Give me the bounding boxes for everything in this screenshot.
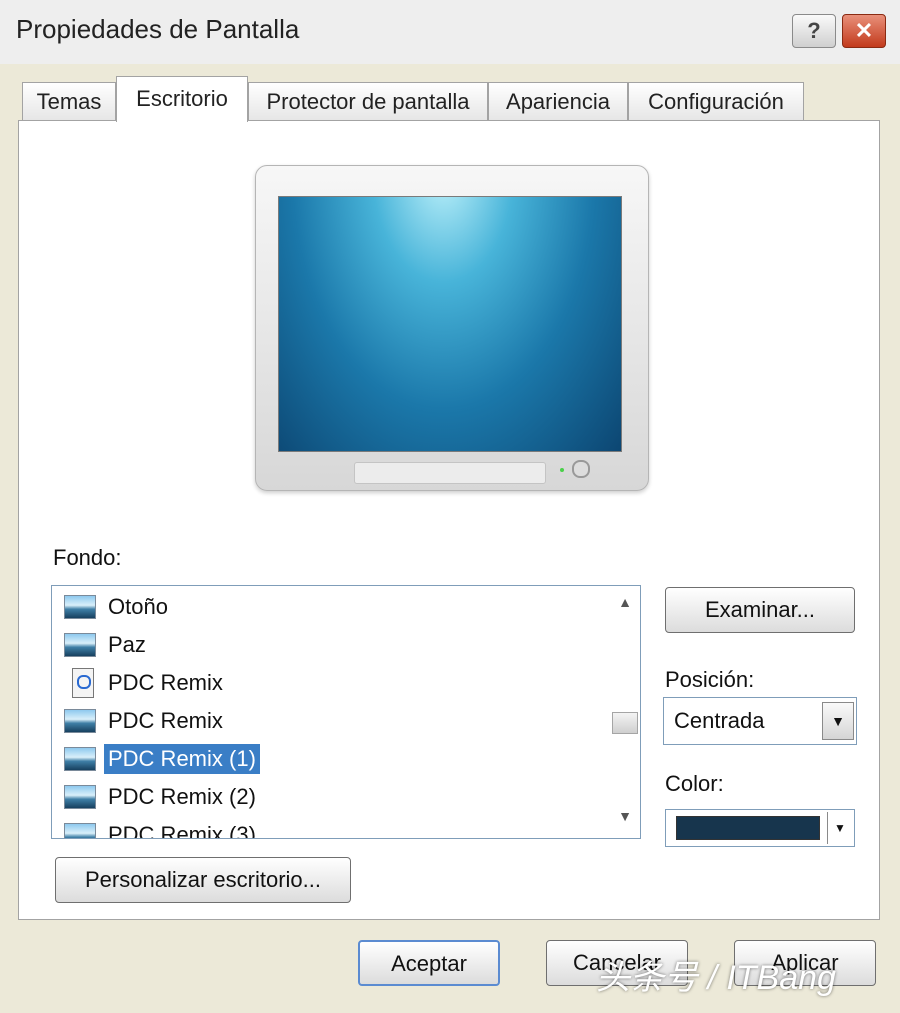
list-item-label: PDC Remix (2) [108,784,256,809]
help-icon: ? [807,18,821,43]
list-item[interactable]: PDC Remix [64,702,227,740]
list-scrollbar[interactable]: ▲ ▼ [610,586,640,838]
background-label: Fondo: [53,545,122,570]
list-item-label: PDC Remix [108,670,223,695]
image-file-icon [64,633,96,657]
tab-apariencia[interactable]: Apariencia [488,82,628,120]
list-item-label: PDC Remix [108,708,223,733]
position-value: Centrada [674,708,765,733]
image-file-icon [64,709,96,733]
close-button[interactable]: ✕ [842,14,886,48]
color-picker[interactable]: ▼ [665,809,855,847]
tab-escritorio[interactable]: Escritorio [116,76,248,122]
background-list[interactable]: Otoño Paz PDC Remix PDC Remix PDC Remix … [51,585,641,839]
tab-configuracion[interactable]: Configuración [628,82,804,120]
image-file-icon [64,595,96,619]
scroll-down-icon[interactable]: ▼ [610,808,640,824]
wallpaper-preview [278,196,622,452]
list-item[interactable]: Paz [64,626,150,664]
chevron-down-icon[interactable]: ▼ [822,702,854,740]
document-file-icon [72,668,94,698]
monitor-stand [354,462,546,484]
ok-button[interactable]: Aceptar [358,940,500,986]
scroll-thumb[interactable] [612,712,638,734]
list-item[interactable]: PDC Remix (3) [64,816,260,839]
customize-desktop-button[interactable]: Personalizar escritorio... [55,857,351,903]
color-label: Color: [665,771,724,796]
image-file-icon [64,785,96,809]
monitor-preview [255,165,649,491]
list-item[interactable]: Otoño [64,588,172,626]
image-file-icon [64,823,96,838]
list-item-label: PDC Remix (1) [104,744,260,774]
list-item-label: Otoño [108,594,168,619]
list-item[interactable]: PDC Remix (2) [64,778,260,816]
close-icon: ✕ [854,18,874,43]
window-title: Propiedades de Pantalla [16,14,300,44]
list-item[interactable]: PDC Remix [64,664,227,702]
chevron-down-icon[interactable]: ▼ [827,812,852,844]
desktop-tab-panel: Fondo: Otoño Paz PDC Remix PDC Remix PDC… [18,120,880,920]
color-swatch [676,816,820,840]
help-button[interactable]: ? [792,14,836,48]
browse-button[interactable]: Examinar... [665,587,855,633]
list-item-selected[interactable]: PDC Remix (1) [64,740,260,778]
position-select[interactable]: Centrada ▼ [663,697,857,745]
power-led-icon [560,468,564,472]
watermark: 头条号 / ITBang [596,959,836,997]
image-file-icon [64,747,96,771]
scroll-up-icon[interactable]: ▲ [610,594,640,610]
tab-protector-de-pantalla[interactable]: Protector de pantalla [248,82,488,120]
list-item-label: Paz [108,632,146,657]
list-item-label: PDC Remix (3) [108,822,256,839]
power-button-icon [572,460,590,478]
tab-temas[interactable]: Temas [22,82,116,120]
title-bar: Propiedades de Pantalla ? ✕ [0,0,900,64]
position-label: Posición: [665,667,755,692]
